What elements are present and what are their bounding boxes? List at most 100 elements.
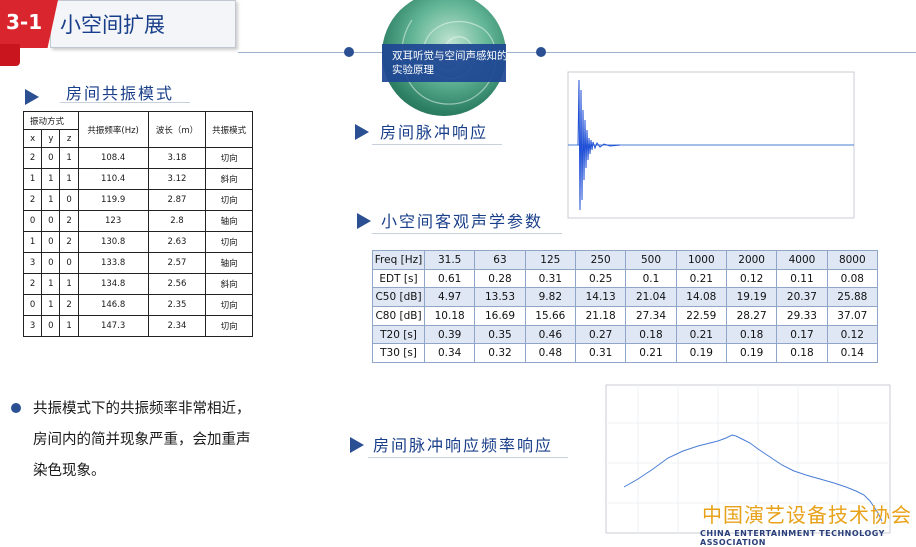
- table-cell: 0.31: [524, 268, 576, 289]
- table-cell: 108.4: [77, 147, 149, 169]
- table-cell: 2.56: [147, 273, 207, 295]
- table-row: EDT [s] 0.61 0.28 0.31 0.25 0.1 0.21 0.12 0.11 0.…: [372, 268, 879, 289]
- table-cell: 2: [22, 273, 43, 295]
- table-cell: 29.33: [776, 306, 828, 326]
- bullet-line-1: 共振模式下的共振频率非常相近，: [33, 401, 251, 417]
- table-cell: 21.04: [625, 287, 677, 308]
- section-label-impulse: 房间脉冲响应: [380, 123, 489, 142]
- section-label-params: 小空间客观声学参数: [381, 212, 544, 231]
- table-cell: 16.69: [474, 306, 526, 326]
- table-cell: 0: [41, 231, 61, 253]
- table-cell: 2: [59, 231, 79, 253]
- table-cell: 3.12: [147, 168, 207, 190]
- row-label-cell: C50 [dB]: [372, 287, 425, 308]
- table-cell: 0: [41, 210, 61, 232]
- table-cell: 0.27: [574, 324, 627, 345]
- table-cell: 27.34: [625, 306, 677, 326]
- table-cell: 2: [59, 294, 79, 316]
- table-cell: 斜向: [205, 168, 253, 190]
- table-cell: 0.25: [574, 268, 627, 289]
- table-cell: 0.1: [625, 268, 677, 289]
- table-cell: 切向: [205, 189, 253, 211]
- row-label-cell: C80 [dB]: [372, 306, 425, 326]
- table-row: 2 1 0 119.9 2.87 切向: [22, 189, 253, 211]
- table-cell: 4000: [776, 250, 828, 270]
- table-cell: 0.21: [675, 324, 727, 345]
- table-cell: 15.66: [524, 306, 576, 326]
- timeline-dot: [344, 47, 354, 57]
- table-cell: 0.32: [474, 343, 526, 364]
- header-cell: x: [22, 129, 43, 148]
- section-underline: [372, 144, 502, 145]
- row-label-cell: EDT [s]: [372, 268, 425, 289]
- header-cell: y: [41, 129, 61, 148]
- table-cell: 0: [41, 252, 61, 274]
- table-cell: 0.18: [725, 324, 778, 345]
- table-row: 2 0 1 108.4 3.18 切向: [22, 147, 253, 169]
- table-cell: 146.8: [77, 294, 149, 316]
- play-triangle-icon: [357, 213, 371, 229]
- timeline-line: [238, 52, 916, 53]
- table-cell: 4.97: [423, 287, 476, 308]
- table-cell: 31.5: [423, 250, 476, 270]
- table-cell: 0.61: [423, 268, 476, 289]
- section-underline: [60, 102, 190, 103]
- table-cell: 2: [22, 147, 43, 169]
- table-cell: 133.8: [77, 252, 149, 274]
- table-cell: 125: [524, 250, 576, 270]
- badge-text: 双耳听觉与空间声感知的实验原理: [392, 50, 508, 76]
- section-underline: [368, 457, 568, 458]
- table-cell: 20.37: [776, 287, 828, 308]
- table-cell: 14.08: [675, 287, 727, 308]
- table-cell: 147.3: [77, 315, 149, 337]
- table-cell: 0.19: [675, 343, 727, 364]
- table-cell: 0.48: [524, 343, 576, 364]
- table-cell: 1: [41, 273, 61, 295]
- table-row: 0 1 2 146.8 2.35 切向: [22, 294, 253, 316]
- table-cell: 28.27: [725, 306, 778, 326]
- table-cell: 3.18: [147, 147, 207, 169]
- association-name-en: CHINA ENTERTAINMENT TECHNOLOGY ASSOCIATI…: [700, 529, 885, 547]
- table-cell: 2.8: [147, 210, 207, 232]
- table-cell: 0.39: [423, 324, 476, 345]
- table-cell: 2.87: [147, 189, 207, 211]
- association-name-cn: 中国演艺设备技术协会: [702, 503, 912, 527]
- table-cell: 134.8: [77, 273, 149, 295]
- table-cell: 0.35: [474, 324, 526, 345]
- row-label-cell: T20 [s]: [372, 324, 425, 345]
- table-cell: 0.19: [725, 343, 778, 364]
- table-cell: 1: [59, 315, 79, 337]
- table-cell: 21.18: [574, 306, 627, 326]
- table-row: C50 [dB] 4.97 13.53 9.82 14.13 21.04 14.08 19.1…: [372, 287, 879, 308]
- table-cell: 25.88: [826, 287, 879, 308]
- table-cell: 1: [59, 273, 79, 295]
- table-cell: 8000: [826, 250, 879, 270]
- table-cell: 0: [59, 252, 79, 274]
- table-cell: 切向: [205, 315, 253, 337]
- table-cell: 119.9: [77, 189, 149, 211]
- table-row: T20 [s] 0.39 0.35 0.46 0.27 0.18 0.21 0.18 0.17 0…: [372, 324, 879, 345]
- impulse-response-plot: [567, 71, 855, 219]
- table-cell: 1: [41, 168, 61, 190]
- table-cell: 0.28: [474, 268, 526, 289]
- table-cell: 14.13: [574, 287, 627, 308]
- table-cell: 0: [59, 189, 79, 211]
- table-cell: 0.46: [524, 324, 576, 345]
- table-cell: 0.17: [776, 324, 828, 345]
- table-cell: 2.63: [147, 231, 207, 253]
- header-cell: 共振频率(Hz): [77, 111, 149, 148]
- table-cell: 1: [59, 168, 79, 190]
- table-cell: 0.18: [625, 324, 677, 345]
- table-cell: 切向: [205, 294, 253, 316]
- table-cell: 37.07: [826, 306, 879, 326]
- play-triangle-icon: [355, 124, 369, 140]
- table-cell: 1: [41, 189, 61, 211]
- table-cell: 切向: [205, 147, 253, 169]
- table-cell: 切向: [205, 231, 253, 253]
- table-cell: 110.4: [77, 168, 149, 190]
- table-cell: 130.8: [77, 231, 149, 253]
- table-cell: 0.12: [725, 268, 778, 289]
- section-label-modes: 房间共振模式: [66, 84, 175, 103]
- red-corner-mark: [0, 44, 20, 66]
- page-title: 小空间扩展: [60, 13, 165, 37]
